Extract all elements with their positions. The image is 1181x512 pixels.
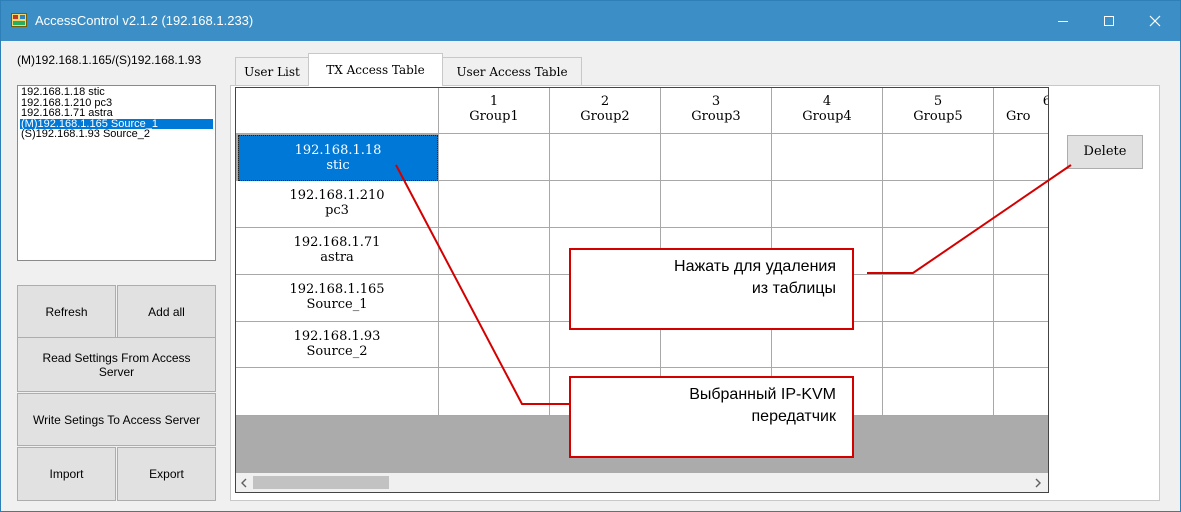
row-header[interactable]: 192.168.1.71 astra	[236, 228, 439, 275]
scroll-right-icon[interactable]	[1034, 478, 1042, 488]
row-header-name: Source_2	[306, 344, 368, 359]
row-header[interactable]: 192.168.1.93 Source_2	[236, 322, 439, 368]
app-window: AccessControl v2.1.2 (192.168.1.233) (M)…	[0, 0, 1181, 512]
device-list-item[interactable]: (S)192.168.1.93 Source_2	[20, 129, 213, 140]
access-cell[interactable]	[883, 181, 994, 228]
column-header-number: 6	[1006, 94, 1048, 109]
tab-user-access-table[interactable]: User Access Table	[442, 57, 582, 85]
column-header-number: 3	[711, 94, 721, 109]
row-header-selected[interactable]: 192.168.1.18 stic	[238, 135, 438, 181]
scroll-thumb[interactable]	[253, 476, 389, 489]
access-cell[interactable]	[883, 368, 994, 416]
column-header-name: Group2	[580, 109, 630, 124]
access-cell[interactable]	[883, 134, 994, 181]
column-header-name: Gro	[1006, 109, 1031, 124]
access-cell[interactable]	[661, 181, 772, 228]
window-title: AccessControl v2.1.2 (192.168.1.233)	[35, 13, 254, 28]
column-header-number: 1	[489, 94, 499, 109]
title-bar[interactable]: AccessControl v2.1.2 (192.168.1.233)	[1, 1, 1180, 41]
write-settings-button[interactable]: Write Setings To Access Server	[17, 393, 216, 446]
access-cell[interactable]	[883, 228, 994, 275]
close-button[interactable]	[1132, 1, 1178, 41]
delete-callout: Нажать для удаления из таблицы	[569, 248, 854, 330]
access-cell[interactable]	[994, 134, 1048, 181]
access-cell[interactable]	[439, 181, 550, 228]
row-header-name: Source_1	[306, 297, 368, 312]
delete-button[interactable]: Delete	[1067, 135, 1143, 169]
selected-callout-line2: передатчик	[751, 408, 837, 425]
grid-corner-cell	[236, 88, 439, 134]
access-cell[interactable]	[994, 275, 1048, 322]
add-all-button[interactable]: Add all	[117, 285, 216, 338]
access-cell[interactable]	[439, 134, 550, 181]
access-cell[interactable]	[439, 322, 550, 368]
row-header-ip: 192.168.1.165	[289, 282, 385, 297]
refresh-button[interactable]: Refresh	[17, 285, 116, 338]
close-icon	[1149, 15, 1161, 27]
export-button[interactable]: Export	[117, 447, 216, 501]
device-list[interactable]: 192.168.1.18 stic 192.168.1.210 pc3 192.…	[17, 85, 216, 261]
access-cell[interactable]	[439, 228, 550, 275]
access-cell[interactable]	[883, 322, 994, 368]
selected-callout-line1: Выбранный IP-KVM	[689, 386, 836, 403]
access-cell[interactable]	[994, 181, 1048, 228]
row-header-name: stic	[326, 158, 350, 173]
row-header-ip: 192.168.1.71	[293, 235, 381, 250]
row-header-ip: 192.168.1.93	[293, 329, 381, 344]
row-header-name: astra	[320, 250, 354, 265]
column-header-name: Group3	[691, 109, 741, 124]
column-header[interactable]: 4 Group4	[772, 88, 883, 134]
column-header[interactable]: 6 Gro	[994, 88, 1048, 134]
access-cell[interactable]	[550, 181, 661, 228]
access-cell[interactable]	[883, 275, 994, 322]
access-cell[interactable]	[550, 134, 661, 181]
column-header-number: 5	[933, 94, 943, 109]
row-header[interactable]: 192.168.1.210 pc3	[236, 181, 439, 228]
selected-tx-callout: Выбранный IP-KVM передатчик	[569, 376, 854, 458]
maximize-icon	[1104, 16, 1114, 26]
column-header-name: Group4	[802, 109, 852, 124]
scroll-left-icon[interactable]	[240, 478, 248, 488]
column-header[interactable]: 3 Group3	[661, 88, 772, 134]
access-cell[interactable]	[772, 181, 883, 228]
new-row-header[interactable]	[236, 368, 439, 416]
import-button[interactable]: Import	[17, 447, 116, 501]
column-header-number: 2	[600, 94, 610, 109]
row-header[interactable]: 192.168.1.165 Source_1	[236, 275, 439, 322]
device-list-item[interactable]: 192.168.1.71 astra	[20, 108, 213, 119]
tab-user-list[interactable]: User List	[235, 57, 309, 85]
tab-tx-access-table[interactable]: TX Access Table	[308, 53, 443, 86]
horizontal-scrollbar[interactable]	[236, 473, 1048, 492]
access-cell[interactable]	[439, 368, 550, 416]
access-cell[interactable]	[994, 322, 1048, 368]
column-header[interactable]: 1 Group1	[439, 88, 550, 134]
access-cell[interactable]	[994, 228, 1048, 275]
row-header-ip: 192.168.1.210	[289, 188, 385, 203]
column-header-name: Group1	[469, 109, 519, 124]
access-cell[interactable]	[772, 134, 883, 181]
delete-callout-line2: из таблицы	[751, 280, 836, 297]
column-header-name: Group5	[913, 109, 963, 124]
server-address-label: (M)192.168.1.165/(S)192.168.1.93	[17, 53, 202, 67]
device-list-item[interactable]: 192.168.1.18 stic	[20, 87, 213, 98]
read-settings-button[interactable]: Read Settings From Access Server	[17, 337, 216, 392]
minimize-icon	[1058, 21, 1068, 22]
delete-callout-line1: Нажать для удаления	[674, 258, 836, 275]
minimize-button[interactable]	[1040, 1, 1086, 41]
column-header[interactable]: 2 Group2	[550, 88, 661, 134]
row-header-ip: 192.168.1.18	[294, 143, 382, 158]
app-icon	[11, 13, 27, 27]
access-cell[interactable]	[439, 275, 550, 322]
maximize-button[interactable]	[1086, 1, 1132, 41]
column-header[interactable]: 5 Group5	[883, 88, 994, 134]
row-header-name: pc3	[325, 203, 349, 218]
access-cell[interactable]	[994, 368, 1048, 416]
column-header-number: 4	[822, 94, 832, 109]
access-cell[interactable]	[661, 134, 772, 181]
